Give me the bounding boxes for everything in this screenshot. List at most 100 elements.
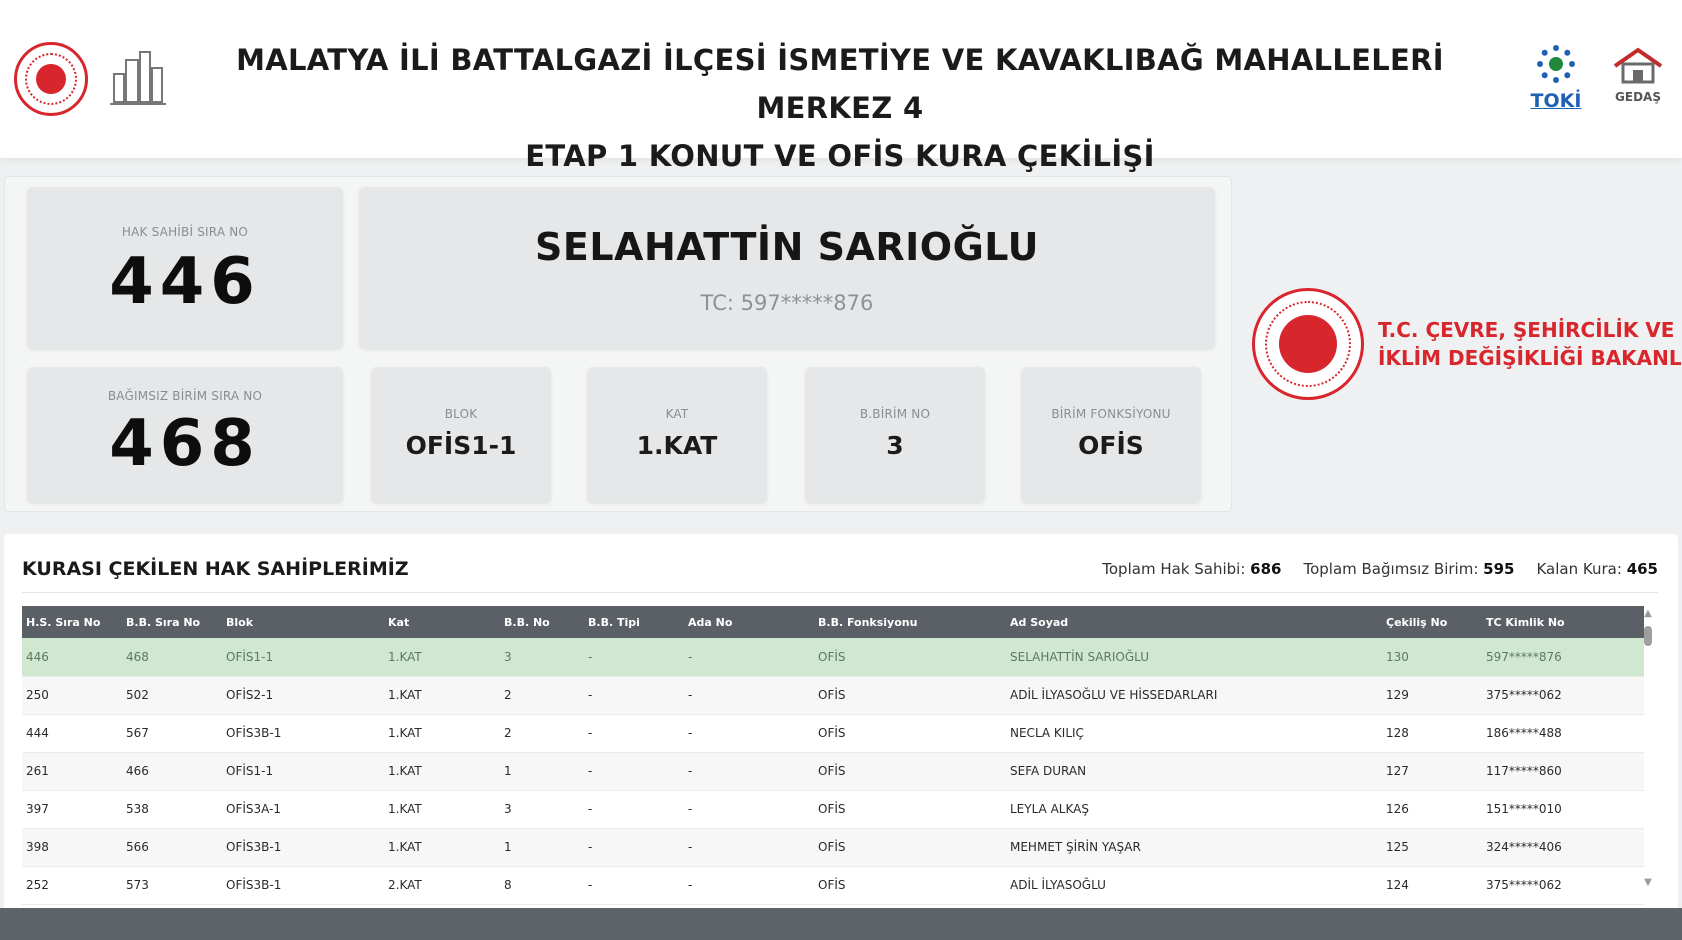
table-cell: OFİS [814, 866, 1006, 905]
table-cell: 252 [22, 866, 122, 905]
table-cell: 398 [22, 828, 122, 867]
stat-kalan-kura-label: Kalan Kura: [1536, 560, 1622, 578]
table-cell: - [684, 828, 814, 867]
house-roof-icon [1613, 47, 1663, 84]
table-cell: 2 [500, 676, 584, 715]
birim-fonksiyonu-tile: BİRİM FONKSİYONU OFİS [1021, 367, 1201, 503]
table-cell: ADİL İLYASOĞLU [1006, 866, 1382, 905]
table-cell: 2 [500, 714, 584, 753]
table-cell: OFİS3A-1 [222, 790, 384, 829]
ministry-large-seal-icon [1252, 288, 1364, 400]
table-row[interactable]: 261 466 OFİS1-1 1.KAT 1 - - OFİS SEFA DU… [22, 752, 1644, 791]
ministry-seal-icon [14, 42, 88, 116]
table-cell: 468 [122, 638, 222, 677]
table-cell: 446 [22, 638, 122, 677]
stat-kalan-kura: Kalan Kura: 465 [1536, 560, 1658, 578]
table-scrollbar[interactable]: ▲ ▼ [1642, 608, 1654, 888]
column-header[interactable]: B.B. Sıra No [122, 606, 222, 638]
table-cell: SEFA DURAN [1006, 752, 1382, 791]
table-row[interactable]: 444 567 OFİS3B-1 1.KAT 2 - - OFİS NECLA … [22, 714, 1644, 753]
table-cell: - [584, 866, 684, 905]
table-cell: 573 [122, 866, 222, 905]
column-header[interactable]: Ada No [684, 606, 814, 638]
bagimsiz-birim-tile: BAĞIMSIZ BİRİM SIRA NO 468 [27, 367, 343, 503]
birim-no-tile: B.BİRİM NO 3 [805, 367, 985, 503]
hak-sahibi-number: 446 [109, 245, 261, 319]
scroll-up-arrow-icon[interactable]: ▲ [1642, 608, 1654, 619]
table-cell: - [584, 752, 684, 791]
gedas-logo: GEDAŞ [1608, 46, 1668, 116]
column-header[interactable]: Ad Soyad [1006, 606, 1382, 638]
table-cell: 1 [500, 752, 584, 791]
table-cell: OFİS [814, 714, 1006, 753]
table-row[interactable]: 250 502 OFİS2-1 1.KAT 2 - - OFİS ADİL İL… [22, 676, 1644, 715]
hak-sahibi-tile: HAK SAHİBİ SIRA NO 446 [27, 187, 343, 349]
winner-panel: HAK SAHİBİ SIRA NO 446 SELAHATTİN SARIOĞ… [4, 176, 1232, 512]
table-cell: - [584, 676, 684, 715]
column-header[interactable]: Blok [222, 606, 384, 638]
column-header[interactable]: Çekiliş No [1382, 606, 1482, 638]
kat-value: 1.KAT [636, 431, 718, 460]
column-header[interactable]: B.B. Tipi [584, 606, 684, 638]
table-cell: OFİS3B-1 [222, 828, 384, 867]
city-buildings-logo-icon [110, 51, 166, 105]
blok-tile: BLOK OFİS1-1 [371, 367, 551, 503]
table-cell: 566 [122, 828, 222, 867]
table-row-selected[interactable]: 446 468 OFİS1-1 1.KAT 3 - - OFİS SELAHAT… [22, 638, 1644, 677]
table-cell: 375*****062 [1482, 676, 1644, 715]
page-title: MALATYA İLİ BATTALGAZİ İLÇESİ İSMETİYE V… [190, 36, 1490, 180]
table-cell: - [684, 752, 814, 791]
table-row[interactable]: 397 538 OFİS3A-1 1.KAT 3 - - OFİS LEYLA … [22, 790, 1644, 829]
column-header[interactable]: B.B. No [500, 606, 584, 638]
table-cell: ADİL İLYASOĞLU VE HİSSEDARLARI [1006, 676, 1382, 715]
winner-tc: TC: 597*****876 [700, 291, 874, 315]
table-cell: 3 [500, 638, 584, 677]
stat-total-hak-sahibi-label: Toplam Hak Sahibi: [1102, 560, 1246, 578]
table-cell: 1.KAT [384, 638, 500, 677]
table-cell: 125 [1382, 828, 1482, 867]
footer-bar [0, 908, 1682, 940]
table-cell: 538 [122, 790, 222, 829]
table-cell: OFİS3B-1 [222, 714, 384, 753]
table-cell: 8 [500, 866, 584, 905]
table-row[interactable]: 252 573 OFİS3B-1 2.KAT 8 - - OFİS ADİL İ… [22, 866, 1644, 905]
table-cell: 444 [22, 714, 122, 753]
table-row[interactable]: 398 566 OFİS3B-1 1.KAT 1 - - OFİS MEHMET… [22, 828, 1644, 867]
table-cell: 567 [122, 714, 222, 753]
birim-no-label: B.BİRİM NO [859, 407, 931, 421]
column-header[interactable]: B.B. Fonksiyonu [814, 606, 1006, 638]
birim-fonksiyonu-value: OFİS [1078, 431, 1144, 460]
column-header[interactable]: TC Kimlik No [1482, 606, 1644, 638]
results-table: H.S. Sıra No B.B. Sıra No Blok Kat B.B. … [22, 606, 1644, 905]
gedas-label: GEDAŞ [1615, 90, 1661, 104]
scroll-down-arrow-icon[interactable]: ▼ [1642, 877, 1654, 888]
table-cell: 261 [22, 752, 122, 791]
column-header[interactable]: H.S. Sıra No [22, 606, 122, 638]
table-cell: OFİS [814, 752, 1006, 791]
column-header[interactable]: Kat [384, 606, 500, 638]
kat-tile: KAT 1.KAT [587, 367, 767, 503]
table-cell: OFİS1-1 [222, 638, 384, 677]
table-cell: 124 [1382, 866, 1482, 905]
table-cell: SELAHATTİN SARIOĞLU [1006, 638, 1382, 677]
scrollbar-thumb[interactable] [1644, 626, 1652, 646]
table-cell: 2.KAT [384, 866, 500, 905]
blok-label: BLOK [444, 407, 478, 421]
results-title: KURASI ÇEKİLEN HAK SAHİPLERİMİZ [22, 558, 409, 580]
table-cell: MEHMET ŞİRİN YAŞAR [1006, 828, 1382, 867]
table-cell: 1.KAT [384, 714, 500, 753]
winner-name-tile: SELAHATTİN SARIOĞLU TC: 597*****876 [359, 187, 1215, 349]
table-cell: OFİS [814, 638, 1006, 677]
results-divider [22, 592, 1658, 593]
page-title-line2: ETAP 1 KONUT VE OFİS KURA ÇEKİLİŞİ [525, 139, 1155, 173]
table-cell: 466 [122, 752, 222, 791]
table-cell: OFİS3B-1 [222, 866, 384, 905]
birim-fonksiyonu-label: BİRİM FONKSİYONU [1051, 407, 1171, 421]
stat-total-hak-sahibi: Toplam Hak Sahibi: 686 [1102, 560, 1281, 578]
table-cell: 1 [500, 828, 584, 867]
blok-value: OFİS1-1 [405, 431, 517, 460]
table-cell: OFİS [814, 676, 1006, 715]
table-cell: 375*****062 [1482, 866, 1644, 905]
table-cell: OFİS2-1 [222, 676, 384, 715]
stat-kalan-kura-value: 465 [1626, 560, 1658, 578]
